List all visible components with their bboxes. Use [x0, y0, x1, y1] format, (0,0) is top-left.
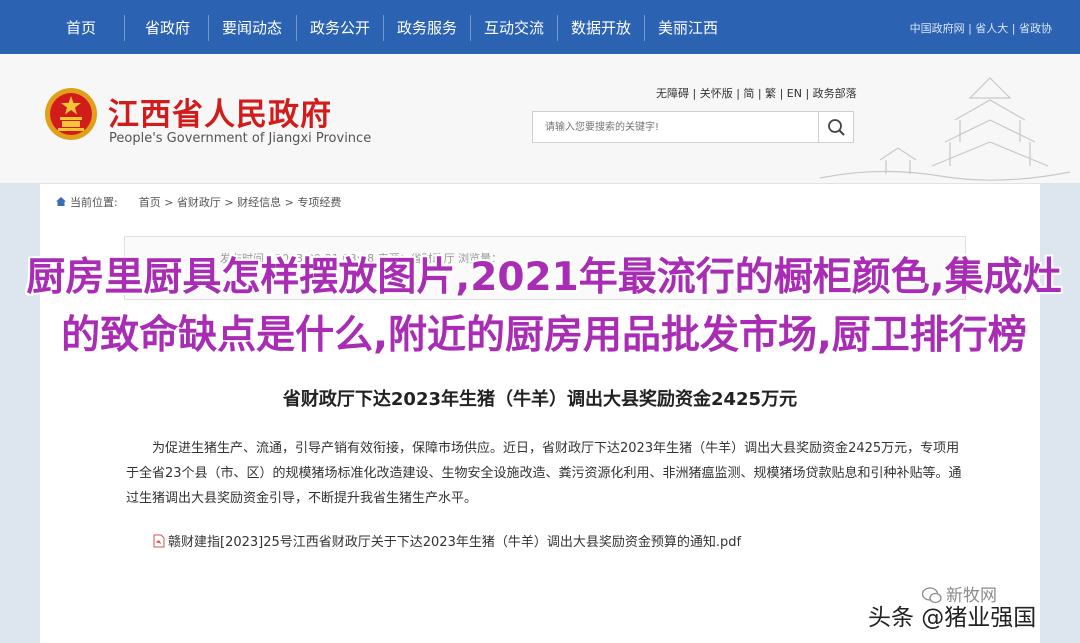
breadcrumb: 当前位置: 首页 > 省财政厅 > 财经信息 > 专项经费 [56, 194, 341, 210]
nav-item-open-data[interactable]: 数据开放 [571, 18, 631, 38]
pdf-icon [152, 534, 166, 548]
attachment-filename[interactable]: 赣财建指[2023]25号江西省财政厅关于下达2023年生猪（牛羊）调出大县奖励… [168, 535, 741, 550]
overlay-title: 厨房里厨具怎样摆放图片,2021年最流行的橱柜颜色,集成灶的致命缺点是什么,附近… [26, 255, 1062, 358]
nav-separator [470, 15, 471, 41]
external-gov-links[interactable]: 中国政府网 | 省人大 | 省政协 [910, 20, 1052, 36]
nav-separator [557, 15, 558, 41]
breadcrumb-path[interactable]: 首页 > 省财政厅 > 财经信息 > 专项经费 [139, 196, 342, 209]
nav-separator [296, 15, 297, 41]
site-subtitle: People's Government of Jiangxi Province [109, 131, 372, 146]
nav-item-beautiful-jiangxi[interactable]: 美丽江西 [658, 18, 718, 38]
pavilion-illustration [820, 77, 1070, 181]
top-nav: 首页 省政府 要闻动态 政务公开 政务服务 互动交流 数据开放 美丽江西 中国政… [0, 0, 1080, 54]
search-input[interactable] [533, 112, 819, 142]
attachment-link[interactable]: 赣财建指[2023]25号江西省财政厅关于下达2023年生猪（牛羊）调出大县奖励… [152, 531, 741, 550]
nav-item-gov-service[interactable]: 政务服务 [397, 18, 457, 38]
nav-item-interaction[interactable]: 互动交流 [484, 18, 544, 38]
nav-item-home[interactable]: 首页 [66, 18, 96, 38]
article-body: 为促进生猪生产、流通，引导产销有效衔接，保障市场供应。近日，省财政厅下达2023… [126, 441, 962, 506]
nav-separator [124, 15, 125, 41]
nav-separator [644, 15, 645, 41]
nav-item-province-gov[interactable]: 省政府 [145, 18, 190, 38]
breadcrumb-label: 当前位置: [70, 196, 118, 209]
home-icon [56, 196, 66, 206]
nav-item-news[interactable]: 要闻动态 [222, 18, 282, 38]
watermark-toutiao: 头条 @猪业强国 [868, 605, 1037, 631]
nav-separator [208, 15, 209, 41]
nav-item-gov-open[interactable]: 政务公开 [310, 18, 370, 38]
search-box [532, 111, 854, 143]
site-header: 江西省人民政府 People's Government of Jiangxi P… [0, 54, 1080, 184]
national-emblem-icon [45, 88, 97, 140]
site-title[interactable]: 江西省人民政府 [108, 89, 332, 134]
nav-separator [383, 15, 384, 41]
article-title: 省财政厅下达2023年生猪（牛羊）调出大县奖励资金2425万元 [282, 389, 798, 410]
